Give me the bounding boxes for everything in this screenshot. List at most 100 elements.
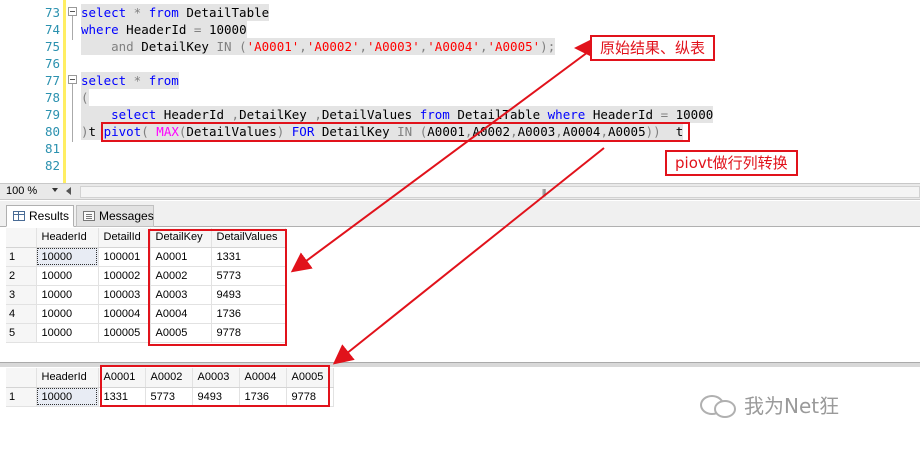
line-number: 73 — [44, 5, 60, 20]
code-token: ); — [540, 39, 556, 54]
scroll-left-icon[interactable] — [66, 187, 71, 195]
code-line[interactable]: 75 and DetailKey IN ('A0001','A0002','A0… — [0, 38, 920, 55]
line-number: 77 — [44, 73, 60, 88]
tab-results[interactable]: Results — [6, 205, 74, 227]
code-line[interactable]: 73 select * from DetailTable — [0, 4, 920, 21]
original-result-label: 原始结果、纵表 — [590, 35, 716, 61]
result-grid-1-pane: HeaderId DetailId DetailKey DetailValues… — [0, 227, 920, 363]
code-text[interactable]: select HeaderId ,DetailKey ,DetailValues… — [81, 106, 714, 123]
code-token: 'A0004' — [427, 39, 480, 54]
table-cell[interactable]: 100003 — [98, 285, 151, 305]
code-token: where — [81, 22, 119, 37]
line-number: 78 — [44, 90, 60, 105]
table-cell[interactable]: 100005 — [98, 323, 151, 343]
tab-messages[interactable]: Messages — [76, 205, 154, 227]
table-cell[interactable]: 10000 — [36, 387, 99, 407]
code-text[interactable]: and DetailKey IN ('A0001','A0002','A0003… — [81, 38, 556, 55]
code-token: DetailTable — [449, 107, 548, 122]
line-number: 79 — [44, 107, 60, 122]
collapse-icon[interactable] — [68, 7, 77, 16]
line-number: 81 — [44, 141, 60, 156]
code-token: , — [231, 107, 240, 122]
table-cell[interactable]: 10000 — [36, 304, 99, 324]
code-token: * — [126, 73, 149, 88]
zoom-level[interactable]: 100 % — [6, 185, 37, 197]
code-token: , — [299, 39, 307, 54]
code-line[interactable]: 79 select HeaderId ,DetailKey ,DetailVal… — [0, 106, 920, 123]
line-number: 76 — [44, 56, 60, 71]
code-token: 'A0003' — [367, 39, 420, 54]
code-token: from — [419, 107, 450, 122]
code-text[interactable]: where HeaderId = 10000 — [81, 21, 247, 38]
code-token: 'A0001' — [246, 39, 300, 54]
code-token: from — [148, 73, 179, 88]
code-token: = — [660, 107, 669, 122]
code-token: DetailKey — [239, 107, 315, 122]
code-token: , — [359, 39, 368, 54]
code-token: ( — [231, 39, 247, 54]
code-line[interactable]: 78 ( — [0, 89, 920, 106]
row-number[interactable]: 4 — [6, 304, 37, 324]
code-token: 10000 — [668, 107, 714, 122]
code-line[interactable]: 77 select * from — [0, 72, 920, 89]
column-header[interactable]: HeaderId — [36, 368, 99, 388]
code-token: HeaderId — [585, 107, 661, 122]
watermark-text: 我为Net狂 — [744, 393, 840, 418]
wechat-icon — [700, 391, 736, 418]
results-tab-bar: Results Messages — [0, 201, 920, 227]
code-line[interactable]: 74 where HeaderId = 10000 — [0, 21, 920, 38]
messages-icon — [83, 211, 95, 221]
tab-messages-label: Messages — [99, 209, 154, 223]
table-cell[interactable]: 10000 — [36, 247, 99, 267]
original-columns-highlight — [148, 229, 287, 346]
code-token: select — [81, 5, 127, 20]
code-token: ) — [81, 124, 89, 139]
zoom-dropdown-icon[interactable] — [52, 188, 58, 192]
code-token: 'A0002' — [306, 39, 360, 54]
line-number: 80 — [44, 124, 60, 139]
code-token: select — [111, 107, 157, 122]
editor-status-bar: 100 % ||| — [0, 183, 920, 200]
scrollbar-grip-icon[interactable]: ||| — [542, 188, 546, 197]
code-token: 'A0005' — [487, 39, 541, 54]
column-header[interactable]: HeaderId — [36, 228, 99, 248]
code-token: ( — [81, 90, 89, 105]
table-cell[interactable]: 10000 — [36, 266, 99, 286]
code-token: * — [126, 5, 149, 20]
tab-results-label: Results — [29, 209, 70, 223]
grid-corner[interactable] — [6, 228, 37, 248]
code-token: select — [81, 73, 127, 88]
collapse-icon[interactable] — [68, 75, 77, 84]
row-number[interactable]: 1 — [6, 247, 37, 267]
code-token: HeaderId — [156, 107, 232, 122]
row-number[interactable]: 2 — [6, 266, 37, 286]
table-cell[interactable]: 100004 — [98, 304, 151, 324]
code-token: , — [314, 107, 322, 122]
code-token: IN — [216, 39, 232, 54]
code-token: from — [148, 5, 179, 20]
grid-corner[interactable] — [6, 368, 37, 388]
pivot-clause-highlight — [101, 122, 690, 142]
horizontal-scrollbar[interactable] — [80, 186, 920, 198]
row-number[interactable]: 5 — [6, 323, 37, 343]
row-number[interactable]: 3 — [6, 285, 37, 305]
code-text[interactable]: ( — [81, 89, 89, 106]
code-line[interactable]: 76 — [0, 55, 920, 72]
table-cell[interactable]: 10000 — [36, 285, 99, 305]
code-token: and — [111, 39, 134, 54]
table-cell[interactable]: 10000 — [36, 323, 99, 343]
code-text[interactable]: select * from — [81, 72, 179, 89]
table-cell[interactable]: 100002 — [98, 266, 151, 286]
table-cell[interactable]: 100001 — [98, 247, 151, 267]
code-token: HeaderId — [118, 22, 194, 37]
code-token: where — [547, 107, 586, 122]
code-token: DetailValues — [321, 107, 420, 122]
code-text[interactable]: select * from DetailTable — [81, 4, 270, 21]
column-header[interactable]: DetailId — [98, 228, 151, 248]
line-number: 74 — [44, 22, 60, 37]
row-number[interactable]: 1 — [6, 387, 37, 407]
code-token: DetailTable — [178, 5, 270, 20]
grid-icon — [13, 211, 25, 221]
pivot-result-highlight — [100, 365, 330, 407]
